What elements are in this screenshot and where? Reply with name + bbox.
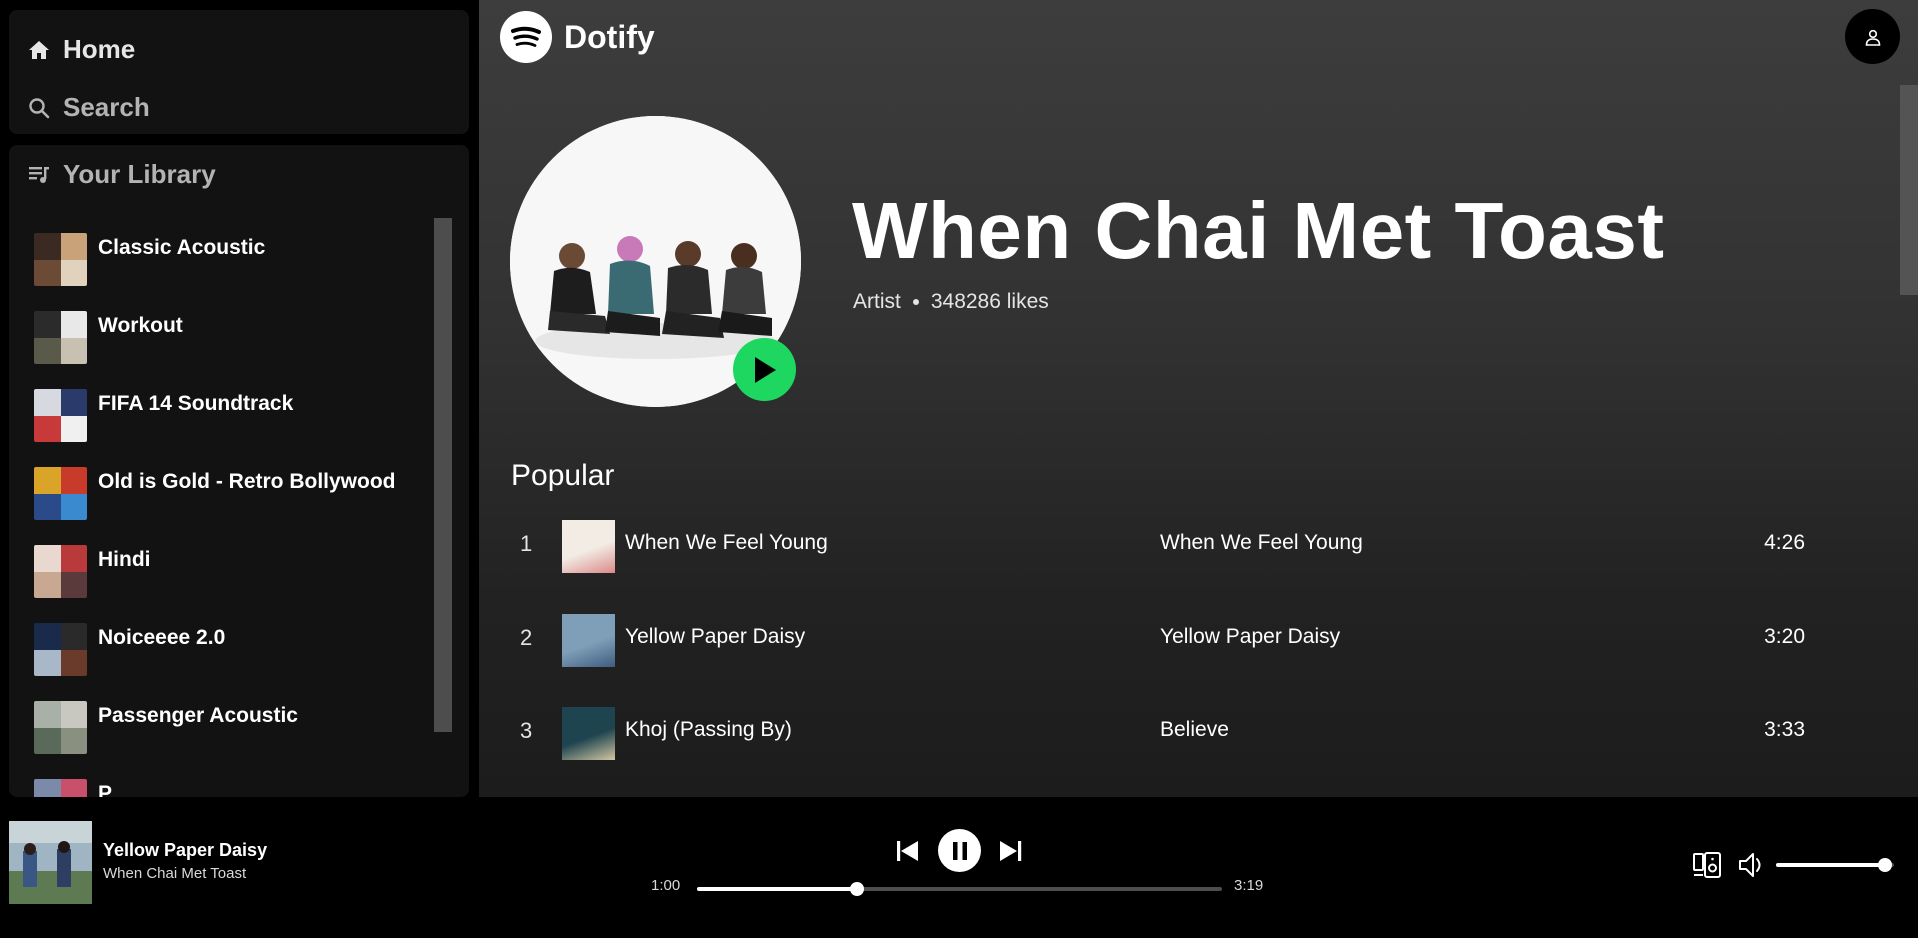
home-icon [29, 40, 49, 59]
main-content: Dotify When Chai Met Toast Artist 348286… [479, 0, 1918, 797]
nav-panel: Home Search [9, 10, 469, 134]
total-time: 3:19 [1234, 877, 1264, 894]
track-row[interactable]: 2 Yellow Paper Daisy Yellow Paper Daisy 3:2… [511, 613, 1841, 674]
playlist-cover [34, 467, 87, 520]
skip-previous-icon [897, 841, 918, 861]
playlist-list: Classic Acoustic Workout FIFA 14 Soundtrac… [9, 213, 434, 797]
main-scrollbar[interactable] [1900, 85, 1918, 295]
track-album: Yellow Paper Daisy [1160, 624, 1341, 648]
playlist-item[interactable]: FIFA 14 Soundtrack [34, 389, 293, 442]
library-label: Your Library [63, 159, 216, 189]
track-duration: 3:20 [1764, 624, 1805, 648]
playlist-item[interactable]: Classic Acoustic [34, 233, 265, 286]
track-title: When We Feel Young [625, 531, 828, 554]
track-cover [562, 613, 615, 667]
volume-handle[interactable] [1877, 858, 1892, 872]
library-panel: Your Library Classic Acoustic Workout FIFA… [9, 145, 469, 797]
track-row[interactable]: 1 When We Feel Young When We Feel Young 4:2… [511, 520, 1841, 580]
track-title: Khoj (Passing By) [625, 718, 792, 741]
meta-separator [912, 299, 919, 305]
track-number: 2 [520, 624, 533, 650]
playlist-cover [34, 701, 87, 754]
brand-name: Dotify [564, 18, 655, 55]
dotify-logo-icon [500, 11, 552, 63]
artist-play-button[interactable] [733, 338, 796, 401]
track-duration: 3:33 [1764, 718, 1805, 741]
progress-fill [697, 887, 858, 891]
now-playing-title[interactable]: Yellow Paper Daisy [103, 840, 267, 861]
playlist-item[interactable]: Passenger Acoustic [34, 701, 298, 754]
playlist-cover [34, 545, 87, 598]
volume-fill [1776, 863, 1885, 867]
nav-home-label: Home [63, 34, 136, 64]
player-bar: Yellow Paper Daisy When Chai Met Toast 1… [0, 797, 1918, 938]
playlist-item[interactable]: Hindi [34, 545, 151, 598]
volume-button[interactable] [1737, 849, 1769, 881]
playlist-name: Hindi [98, 548, 151, 571]
playlist-name: Classic Acoustic [98, 236, 266, 259]
skip-next-icon [1000, 841, 1022, 861]
previous-button[interactable] [893, 837, 921, 865]
playlist-item[interactable]: P [34, 779, 112, 797]
connect-device-button[interactable] [1691, 849, 1723, 881]
current-time: 1:00 [651, 877, 681, 894]
track-duration: 4:26 [1764, 531, 1805, 554]
pause-icon [952, 841, 967, 860]
playlist-item[interactable]: Workout [34, 311, 183, 364]
playlist-item[interactable]: Old is Gold - Retro Bollywood [34, 467, 396, 520]
connect-device-icon [1693, 852, 1721, 878]
library-scrollbar[interactable] [434, 218, 452, 732]
popular-heading: Popular [511, 459, 615, 492]
search-icon [29, 97, 50, 118]
volume-icon [1739, 853, 1761, 877]
library-icon [29, 166, 49, 183]
progress-handle[interactable] [850, 882, 865, 896]
progress-bar[interactable] [697, 882, 1222, 896]
nav-home[interactable]: Home [27, 34, 135, 65]
track-album: When We Feel Young [1160, 531, 1363, 554]
playlist-name: Old is Gold - Retro Bollywood [98, 470, 396, 493]
playlist-cover [34, 233, 87, 286]
playlist-cover [34, 311, 87, 364]
now-playing-artist[interactable]: When Chai Met Toast [103, 865, 246, 882]
track-cover [562, 707, 615, 760]
next-button[interactable] [997, 837, 1025, 865]
track-number: 3 [520, 718, 533, 743]
volume-slider[interactable] [1776, 858, 1894, 872]
track-album: Believe [1160, 718, 1229, 741]
nav-search[interactable]: Search [27, 92, 150, 123]
playlist-cover [34, 389, 87, 442]
playlist-name: Workout [98, 314, 183, 337]
user-icon [1865, 29, 1880, 46]
playlist-cover [34, 623, 87, 676]
profile-button[interactable] [1845, 9, 1900, 64]
playlist-name: P [98, 782, 113, 797]
track-number: 1 [520, 531, 533, 556]
nav-search-label: Search [63, 92, 150, 122]
playlist-name: Noiceeee 2.0 [98, 626, 226, 649]
playlist-name: FIFA 14 Soundtrack [98, 392, 294, 415]
playlist-cover [34, 779, 87, 797]
playlist-name: Passenger Acoustic [98, 704, 298, 727]
now-playing-cover [9, 821, 92, 904]
pause-button[interactable] [938, 829, 981, 872]
library-header[interactable]: Your Library [27, 159, 216, 190]
artist-meta: Artist 348286 likes [853, 290, 1049, 314]
playlist-item[interactable]: Noiceeee 2.0 [34, 623, 225, 676]
brand[interactable]: Dotify [500, 11, 655, 63]
artist-likes: 348286 likes [930, 290, 1049, 313]
play-icon [754, 356, 776, 383]
track-row[interactable]: 3 Khoj (Passing By) Believe 3:33 [511, 707, 1841, 767]
artist-type: Artist [853, 290, 901, 313]
track-cover [562, 520, 615, 573]
artist-name: When Chai Met Toast [852, 186, 1665, 275]
track-title: Yellow Paper Daisy [625, 624, 806, 648]
